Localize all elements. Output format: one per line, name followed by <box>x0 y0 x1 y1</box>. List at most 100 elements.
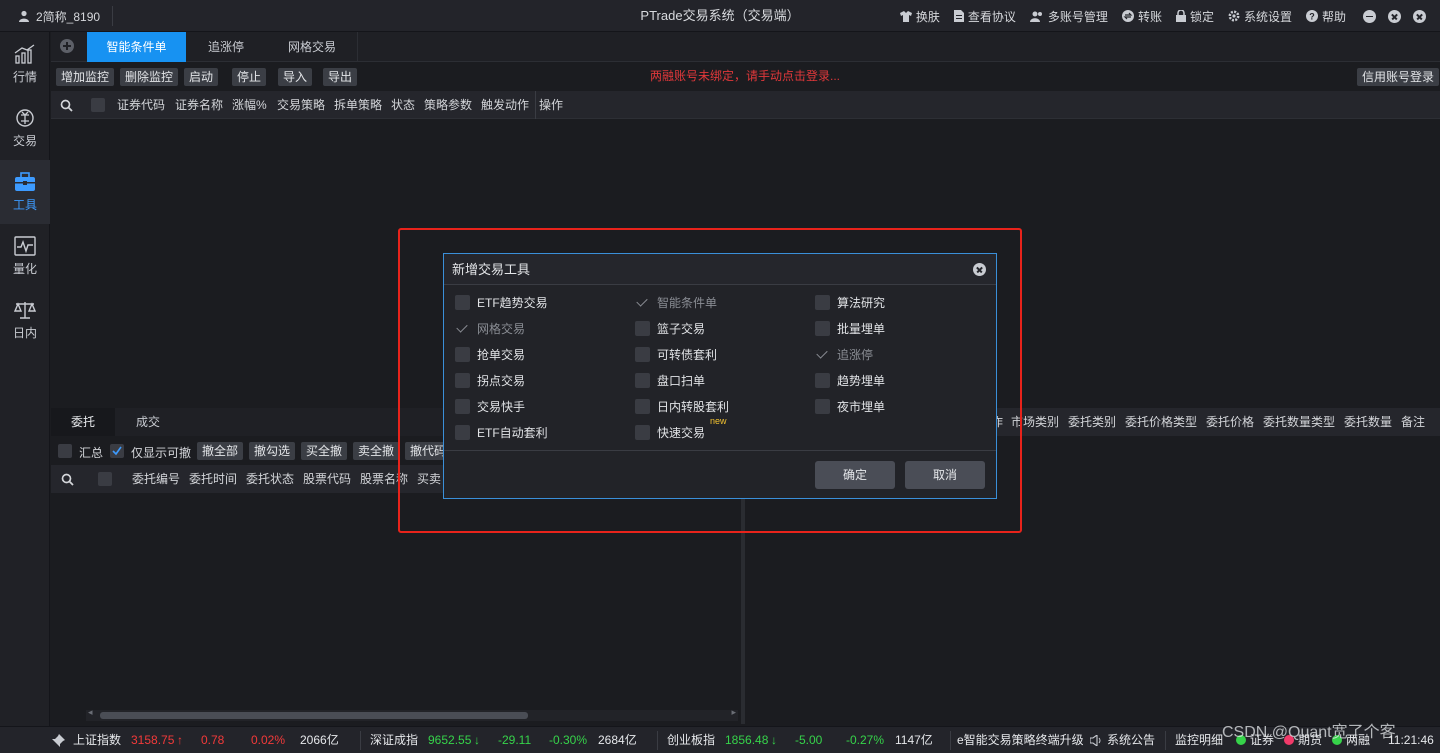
option-fast-trade[interactable]: 快速交易 new <box>635 416 727 442</box>
checkbox[interactable] <box>635 398 650 414</box>
checkbox[interactable] <box>455 321 470 336</box>
option-order-sweep[interactable]: 盘口扫单 <box>635 370 705 390</box>
scroll-right-icon[interactable]: ▸ <box>731 707 736 718</box>
start-button[interactable]: 启动 <box>184 68 219 86</box>
nav-item-trade[interactable]: 交易 <box>0 96 50 160</box>
option-intraday-conversion[interactable]: 日内转股套利 <box>635 396 729 416</box>
tab-smart-condition[interactable]: 智能条件单 <box>87 32 186 62</box>
option-smart-condition[interactable]: 智能条件单 <box>635 292 717 312</box>
option-rush-order[interactable]: 抢单交易 <box>455 344 525 364</box>
tab-orders[interactable]: 委托 <box>51 408 115 436</box>
stop-button[interactable]: 停止 <box>232 68 267 86</box>
settings-button[interactable]: 系统设置 <box>1228 8 1292 25</box>
select-all-checkbox[interactable] <box>98 472 112 486</box>
cancel-all-button[interactable]: 撤全部 <box>197 442 244 460</box>
column-header[interactable]: 证券名称 <box>175 91 223 119</box>
agreement-button[interactable]: 查看协议 <box>953 8 1016 25</box>
tab-grid-trading[interactable]: 网格交易 <box>266 32 358 62</box>
import-button[interactable]: 导入 <box>278 68 313 86</box>
checkbox[interactable] <box>815 347 830 362</box>
cancel-all-sells-button[interactable]: 卖全撤 <box>353 442 400 460</box>
add-monitor-button[interactable]: 增加监控 <box>56 68 115 86</box>
delete-monitor-button[interactable]: 删除监控 <box>120 68 179 86</box>
checkbox[interactable] <box>635 320 650 336</box>
tab-limit-up[interactable]: 追涨停 <box>186 32 266 62</box>
column-header[interactable]: 备注 <box>1401 408 1425 436</box>
checkbox[interactable] <box>815 398 830 414</box>
announcement-link[interactable]: 系统公告 <box>1107 727 1155 753</box>
column-header[interactable]: 操作 <box>539 91 563 119</box>
checkbox[interactable] <box>455 398 470 414</box>
column-header[interactable]: 委托时间 <box>189 465 237 493</box>
column-header[interactable]: 委托状态 <box>246 465 294 493</box>
news-ticker[interactable]: e智能交易策略终端升级 <box>957 727 1083 753</box>
cancelable-checkbox[interactable] <box>110 444 124 458</box>
export-button[interactable]: 导出 <box>323 68 358 86</box>
monitor-detail-link[interactable]: 监控明细 <box>1175 727 1223 753</box>
minimize-icon[interactable] <box>1363 9 1376 23</box>
column-header[interactable]: 交易策略 <box>277 91 325 119</box>
scroll-left-icon[interactable]: ◂ <box>88 707 93 718</box>
column-header[interactable]: 证券代码 <box>117 91 165 119</box>
checkbox[interactable] <box>635 346 650 362</box>
column-header[interactable]: 涨幅% <box>232 91 267 119</box>
option-batch-order[interactable]: 批量埋单 <box>815 318 885 338</box>
help-button[interactable]: ? 帮助 <box>1305 8 1346 25</box>
checkbox[interactable] <box>815 294 830 310</box>
option-convertible-arb[interactable]: 可转债套利 <box>635 344 717 364</box>
confirm-button[interactable]: 确定 <box>815 461 895 489</box>
column-header[interactable]: 委托数量类型 <box>1263 408 1335 436</box>
option-etf-auto-arb[interactable]: ETF自动套利 <box>455 422 548 442</box>
column-header[interactable]: 委托价格 <box>1206 408 1254 436</box>
select-all-checkbox[interactable] <box>91 98 105 112</box>
lock-button[interactable]: 锁定 <box>1175 8 1214 25</box>
column-header[interactable]: 委托数量 <box>1344 408 1392 436</box>
credit-login-button[interactable]: 信用账号登录 <box>1357 68 1440 86</box>
multi-account-button[interactable]: 多账号管理 <box>1029 8 1108 25</box>
nav-item-intraday[interactable]: 日内 <box>0 288 50 352</box>
checkbox[interactable] <box>815 372 830 388</box>
pin-icon[interactable] <box>52 734 65 747</box>
column-header[interactable]: 委托价格类型 <box>1125 408 1197 436</box>
option-limit-up[interactable]: 追涨停 <box>815 344 873 364</box>
scrollbar-thumb[interactable] <box>100 712 528 719</box>
column-header[interactable]: 拆单策略 <box>334 91 382 119</box>
nav-item-tools[interactable]: 工具 <box>0 160 50 224</box>
sh-index-name[interactable]: 上证指数 <box>73 727 121 753</box>
search-icon[interactable] <box>60 99 73 112</box>
close-icon[interactable] <box>1413 9 1426 23</box>
sz-index-name[interactable]: 深证成指 <box>370 727 418 753</box>
tab-fills[interactable]: 成交 <box>115 408 181 436</box>
option-basket-trading[interactable]: 篮子交易 <box>635 318 705 338</box>
column-header[interactable]: 股票代码 <box>303 465 351 493</box>
column-header[interactable]: 委托类别 <box>1068 408 1116 436</box>
option-algo-research[interactable]: 算法研究 <box>815 292 885 312</box>
column-header[interactable]: 策略参数 <box>424 91 472 119</box>
close-window-icon[interactable] <box>1388 9 1401 23</box>
summary-checkbox[interactable] <box>58 444 72 458</box>
column-header[interactable]: 状态 <box>391 91 415 119</box>
column-header[interactable]: 委托编号 <box>132 465 180 493</box>
nav-item-quant[interactable]: 量化 <box>0 224 50 288</box>
option-night-order[interactable]: 夜市埋单 <box>815 396 885 416</box>
option-trend-order[interactable]: 趋势埋单 <box>815 370 885 390</box>
transfer-button[interactable]: 转账 <box>1121 8 1162 25</box>
option-grid-trading[interactable]: 网格交易 <box>455 318 525 338</box>
search-icon[interactable] <box>61 473 74 486</box>
nav-item-market[interactable]: 行情 <box>0 32 50 96</box>
option-turning-point[interactable]: 拐点交易 <box>455 370 525 390</box>
account-label[interactable]: 2简称_8190 <box>18 0 100 32</box>
checkbox[interactable] <box>455 372 470 388</box>
checkbox[interactable] <box>635 424 650 440</box>
column-header[interactable]: 触发动作 <box>481 91 529 119</box>
option-quick-trader[interactable]: 交易快手 <box>455 396 525 416</box>
checkbox[interactable] <box>455 346 470 362</box>
checkbox[interactable] <box>635 372 650 388</box>
add-tab-icon[interactable] <box>60 39 74 53</box>
checkbox[interactable] <box>635 295 650 310</box>
close-icon[interactable] <box>973 263 986 276</box>
cancel-button[interactable]: 取消 <box>905 461 985 489</box>
option-etf-trend[interactable]: ETF趋势交易 <box>455 292 548 312</box>
skin-button[interactable]: 换肤 <box>899 8 940 25</box>
margin-warning[interactable]: 两融账号未绑定，请手动点击登录... <box>650 63 840 90</box>
